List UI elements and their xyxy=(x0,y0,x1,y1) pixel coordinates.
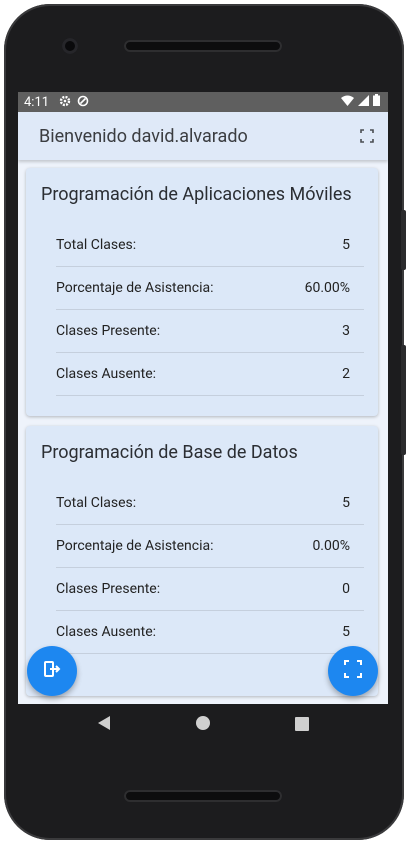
front-camera xyxy=(62,38,78,54)
stat-value: 3 xyxy=(342,323,350,339)
stat-row-total: Total Clases: 5 xyxy=(56,224,364,267)
status-bar: 4:11 xyxy=(18,92,388,112)
wifi-icon xyxy=(341,95,354,110)
stat-label: Porcentaje de Asistencia: xyxy=(56,280,214,296)
stat-value: 0.00% xyxy=(312,538,350,554)
earpiece-speaker xyxy=(124,40,282,52)
stat-row-absent: Clases Ausente: 5 xyxy=(56,611,364,654)
stat-label: Total Clases: xyxy=(56,237,137,253)
logout-button[interactable] xyxy=(27,646,77,696)
volume-button xyxy=(401,345,406,455)
course-card: Programación de Base de Datos Total Clas… xyxy=(26,426,378,696)
stat-label: Clases Presente: xyxy=(56,581,161,597)
stat-value: 60.00% xyxy=(304,280,350,296)
stat-label: Clases Presente: xyxy=(56,323,161,339)
stat-value: 5 xyxy=(342,237,350,253)
home-circle-icon[interactable] xyxy=(195,715,211,735)
stat-value: 2 xyxy=(342,366,350,382)
stat-value: 5 xyxy=(342,495,350,511)
stat-label: Total Clases: xyxy=(56,495,137,511)
stat-value: 0 xyxy=(342,581,350,597)
stat-row-total: Total Clases: 5 xyxy=(56,482,364,525)
power-button xyxy=(401,210,406,270)
recents-square-icon[interactable] xyxy=(295,716,309,735)
stat-row-percentage: Porcentaje de Asistencia: 60.00% xyxy=(56,267,364,310)
data-saver-icon xyxy=(77,95,89,110)
qr-scan-icon xyxy=(344,660,362,682)
course-title: Programación de Base de Datos xyxy=(41,442,298,463)
stat-row-absent: Clases Ausente: 2 xyxy=(56,353,364,396)
back-triangle-icon[interactable] xyxy=(97,715,111,735)
battery-icon xyxy=(373,94,380,110)
course-card: Programación de Aplicaciones Móviles Tot… xyxy=(26,168,378,416)
stat-row-percentage: Porcentaje de Asistencia: 0.00% xyxy=(56,525,364,568)
page-title: Bienvenido david.alvarado xyxy=(39,125,248,147)
stat-row-present: Clases Presente: 3 xyxy=(56,310,364,353)
qr-scan-icon[interactable] xyxy=(360,128,374,147)
course-title: Programación de Aplicaciones Móviles xyxy=(41,184,352,205)
app-bar: Bienvenido david.alvarado xyxy=(18,112,388,160)
stat-label: Clases Ausente: xyxy=(56,624,157,640)
gear-icon xyxy=(59,95,71,110)
bottom-speaker xyxy=(124,790,282,802)
signal-icon xyxy=(358,94,369,110)
stat-label: Porcentaje de Asistencia: xyxy=(56,538,214,554)
stat-value: 5 xyxy=(342,624,350,640)
system-nav-bar xyxy=(18,704,388,746)
screen: 4:11 Bienvenido david.alvarado Programac… xyxy=(18,92,388,704)
scan-qr-button[interactable] xyxy=(328,646,378,696)
status-time: 4:11 xyxy=(24,94,50,110)
logout-icon xyxy=(43,660,61,682)
stat-label: Clases Ausente: xyxy=(56,366,157,382)
stat-row-present: Clases Presente: 0 xyxy=(56,568,364,611)
